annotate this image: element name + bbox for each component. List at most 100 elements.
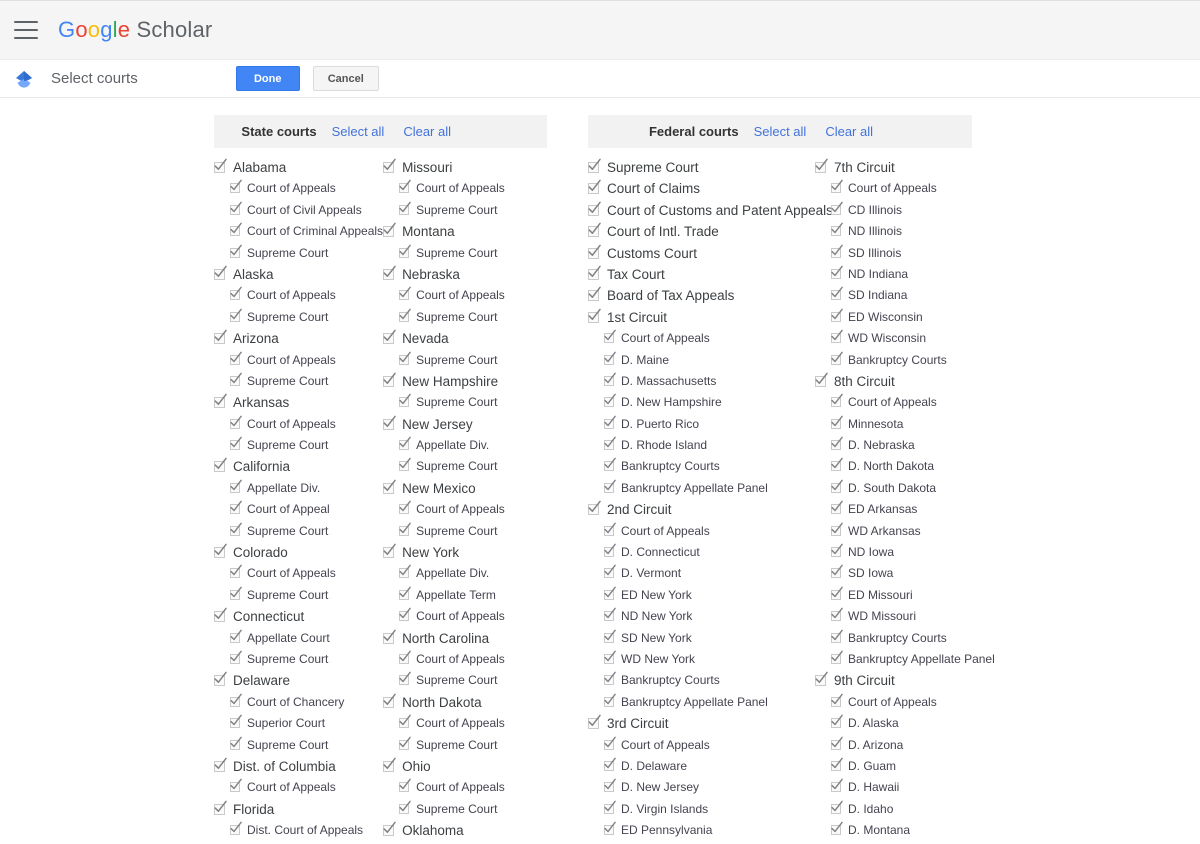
court-item-row[interactable]: Tax Court xyxy=(588,265,815,287)
court-subitem-row[interactable]: Bankruptcy Appellate Panel xyxy=(588,693,815,715)
checkbox-checked-icon[interactable] xyxy=(588,714,601,730)
court-subitem-row[interactable]: D. Arizona xyxy=(815,736,972,758)
checkbox-checked-icon[interactable] xyxy=(831,736,843,751)
court-subitem-row[interactable]: WD New York xyxy=(588,650,815,672)
checkbox-checked-icon[interactable] xyxy=(230,479,242,494)
checkbox-checked-icon[interactable] xyxy=(230,714,242,729)
checkbox-checked-icon[interactable] xyxy=(815,672,828,687)
court-subitem-row[interactable]: D. New Hampshire xyxy=(588,393,815,415)
court-item-row[interactable]: Montana xyxy=(383,222,547,244)
checkbox-checked-icon[interactable] xyxy=(604,693,616,708)
court-subitem-row[interactable]: Court of Appeals xyxy=(383,500,547,522)
court-item-row[interactable]: New York xyxy=(383,543,547,565)
court-subitem-row[interactable]: D. Guam xyxy=(815,757,972,779)
court-subitem-row[interactable]: Supreme Court xyxy=(214,436,383,458)
checkbox-checked-icon[interactable] xyxy=(831,308,843,323)
court-subitem-row[interactable]: Superior Court xyxy=(214,714,383,736)
court-item-row[interactable]: Missouri xyxy=(383,158,547,180)
court-subitem-row[interactable]: Appellate Div. xyxy=(214,479,383,501)
court-subitem-row[interactable]: D. Puerto Rico xyxy=(588,415,815,437)
checkbox-checked-icon[interactable] xyxy=(831,351,843,366)
court-subitem-row[interactable]: Court of Appeals xyxy=(588,522,815,544)
checkbox-checked-icon[interactable] xyxy=(831,479,843,494)
court-item-row[interactable]: Ohio xyxy=(383,757,547,779)
checkbox-checked-icon[interactable] xyxy=(399,244,411,259)
checkbox-checked-icon[interactable] xyxy=(399,179,411,194)
court-subitem-row[interactable]: Supreme Court xyxy=(383,351,547,373)
checkbox-checked-icon[interactable] xyxy=(831,778,843,793)
court-subitem-row[interactable]: D. Nebraska xyxy=(815,436,972,458)
court-subitem-row[interactable]: Supreme Court xyxy=(214,650,383,672)
checkbox-checked-icon[interactable] xyxy=(399,671,411,686)
checkbox-checked-icon[interactable] xyxy=(214,458,227,473)
court-subitem-row[interactable]: Court of Appeals xyxy=(214,179,383,201)
checkbox-checked-icon[interactable] xyxy=(383,372,396,388)
court-subitem-row[interactable]: D. Delaware xyxy=(588,757,815,779)
court-subitem-row[interactable]: Supreme Court xyxy=(383,800,547,822)
checkbox-checked-icon[interactable] xyxy=(831,629,843,644)
court-subitem-row[interactable]: Court of Appeals xyxy=(214,778,383,800)
checkbox-checked-icon[interactable] xyxy=(399,565,411,579)
checkbox-checked-icon[interactable] xyxy=(383,415,396,431)
court-item-row[interactable]: Florida xyxy=(214,800,383,822)
google-scholar-logo[interactable]: Google Scholar xyxy=(58,17,212,43)
court-subitem-row[interactable]: Supreme Court xyxy=(214,522,383,544)
checkbox-checked-icon[interactable] xyxy=(230,372,242,387)
court-item-row[interactable]: 2nd Circuit xyxy=(588,500,815,522)
checkbox-checked-icon[interactable] xyxy=(831,586,843,601)
checkbox-checked-icon[interactable] xyxy=(230,500,242,515)
court-item-row[interactable]: Alabama xyxy=(214,158,383,180)
court-subitem-row[interactable]: Court of Chancery xyxy=(214,693,383,715)
court-subitem-row[interactable]: ED Arkansas xyxy=(815,500,972,522)
checkbox-checked-icon[interactable] xyxy=(399,736,411,751)
court-item-row[interactable]: 1st Circuit xyxy=(588,308,815,330)
court-item-row[interactable]: Customs Court xyxy=(588,244,815,266)
checkbox-checked-icon[interactable] xyxy=(831,543,843,558)
court-subitem-row[interactable]: D. Massachusetts xyxy=(588,372,815,394)
court-subitem-row[interactable]: D. Connecticut xyxy=(588,543,815,565)
court-subitem-row[interactable]: Bankruptcy Courts xyxy=(588,458,815,479)
checkbox-checked-icon[interactable] xyxy=(831,800,843,815)
checkbox-checked-icon[interactable] xyxy=(831,757,843,772)
court-subitem-row[interactable]: Bankruptcy Courts xyxy=(815,629,972,651)
checkbox-checked-icon[interactable] xyxy=(831,436,843,451)
checkbox-checked-icon[interactable] xyxy=(383,222,396,238)
court-subitem-row[interactable]: Minnesota xyxy=(815,415,972,437)
court-subitem-row[interactable]: D. Alaska xyxy=(815,714,972,736)
court-subitem-row[interactable]: Court of Appeals xyxy=(588,329,815,351)
checkbox-checked-icon[interactable] xyxy=(399,500,411,515)
court-subitem-row[interactable]: Court of Appeals xyxy=(214,286,383,308)
court-subitem-row[interactable]: Supreme Court xyxy=(383,736,547,758)
court-subitem-row[interactable]: ED Pennsylvania xyxy=(588,821,815,843)
checkbox-checked-icon[interactable] xyxy=(831,693,843,708)
court-subitem-row[interactable]: Supreme Court xyxy=(214,586,383,608)
checkbox-checked-icon[interactable] xyxy=(815,372,828,388)
court-item-row[interactable]: North Dakota xyxy=(383,693,547,715)
court-item-row[interactable]: New Mexico xyxy=(383,479,547,501)
court-subitem-row[interactable]: D. Vermont xyxy=(588,565,815,586)
checkbox-checked-icon[interactable] xyxy=(831,329,843,344)
checkbox-checked-icon[interactable] xyxy=(831,650,843,665)
checkbox-checked-icon[interactable] xyxy=(831,500,843,515)
checkbox-checked-icon[interactable] xyxy=(214,543,227,559)
checkbox-checked-icon[interactable] xyxy=(230,522,242,537)
checkbox-checked-icon[interactable] xyxy=(604,436,616,451)
checkbox-checked-icon[interactable] xyxy=(604,607,616,622)
court-item-row[interactable]: Colorado xyxy=(214,543,383,565)
court-item-row[interactable]: Alaska xyxy=(214,265,383,287)
court-subitem-row[interactable]: Court of Appeals xyxy=(383,778,547,800)
checkbox-checked-icon[interactable] xyxy=(383,265,396,281)
court-item-row[interactable]: Court of Intl. Trade xyxy=(588,222,815,244)
checkbox-checked-icon[interactable] xyxy=(815,158,828,174)
checkbox-checked-icon[interactable] xyxy=(604,351,616,366)
checkbox-checked-icon[interactable] xyxy=(831,607,843,622)
court-subitem-row[interactable]: Court of Appeals xyxy=(383,286,547,308)
checkbox-checked-icon[interactable] xyxy=(230,201,242,216)
court-item-row[interactable]: Arizona xyxy=(214,329,383,351)
checkbox-checked-icon[interactable] xyxy=(604,372,616,387)
court-item-row[interactable]: Court of Claims xyxy=(588,180,815,201)
checkbox-checked-icon[interactable] xyxy=(831,565,843,579)
court-subitem-row[interactable]: Supreme Court xyxy=(383,244,547,266)
checkbox-checked-icon[interactable] xyxy=(831,222,843,237)
checkbox-checked-icon[interactable] xyxy=(230,778,242,793)
